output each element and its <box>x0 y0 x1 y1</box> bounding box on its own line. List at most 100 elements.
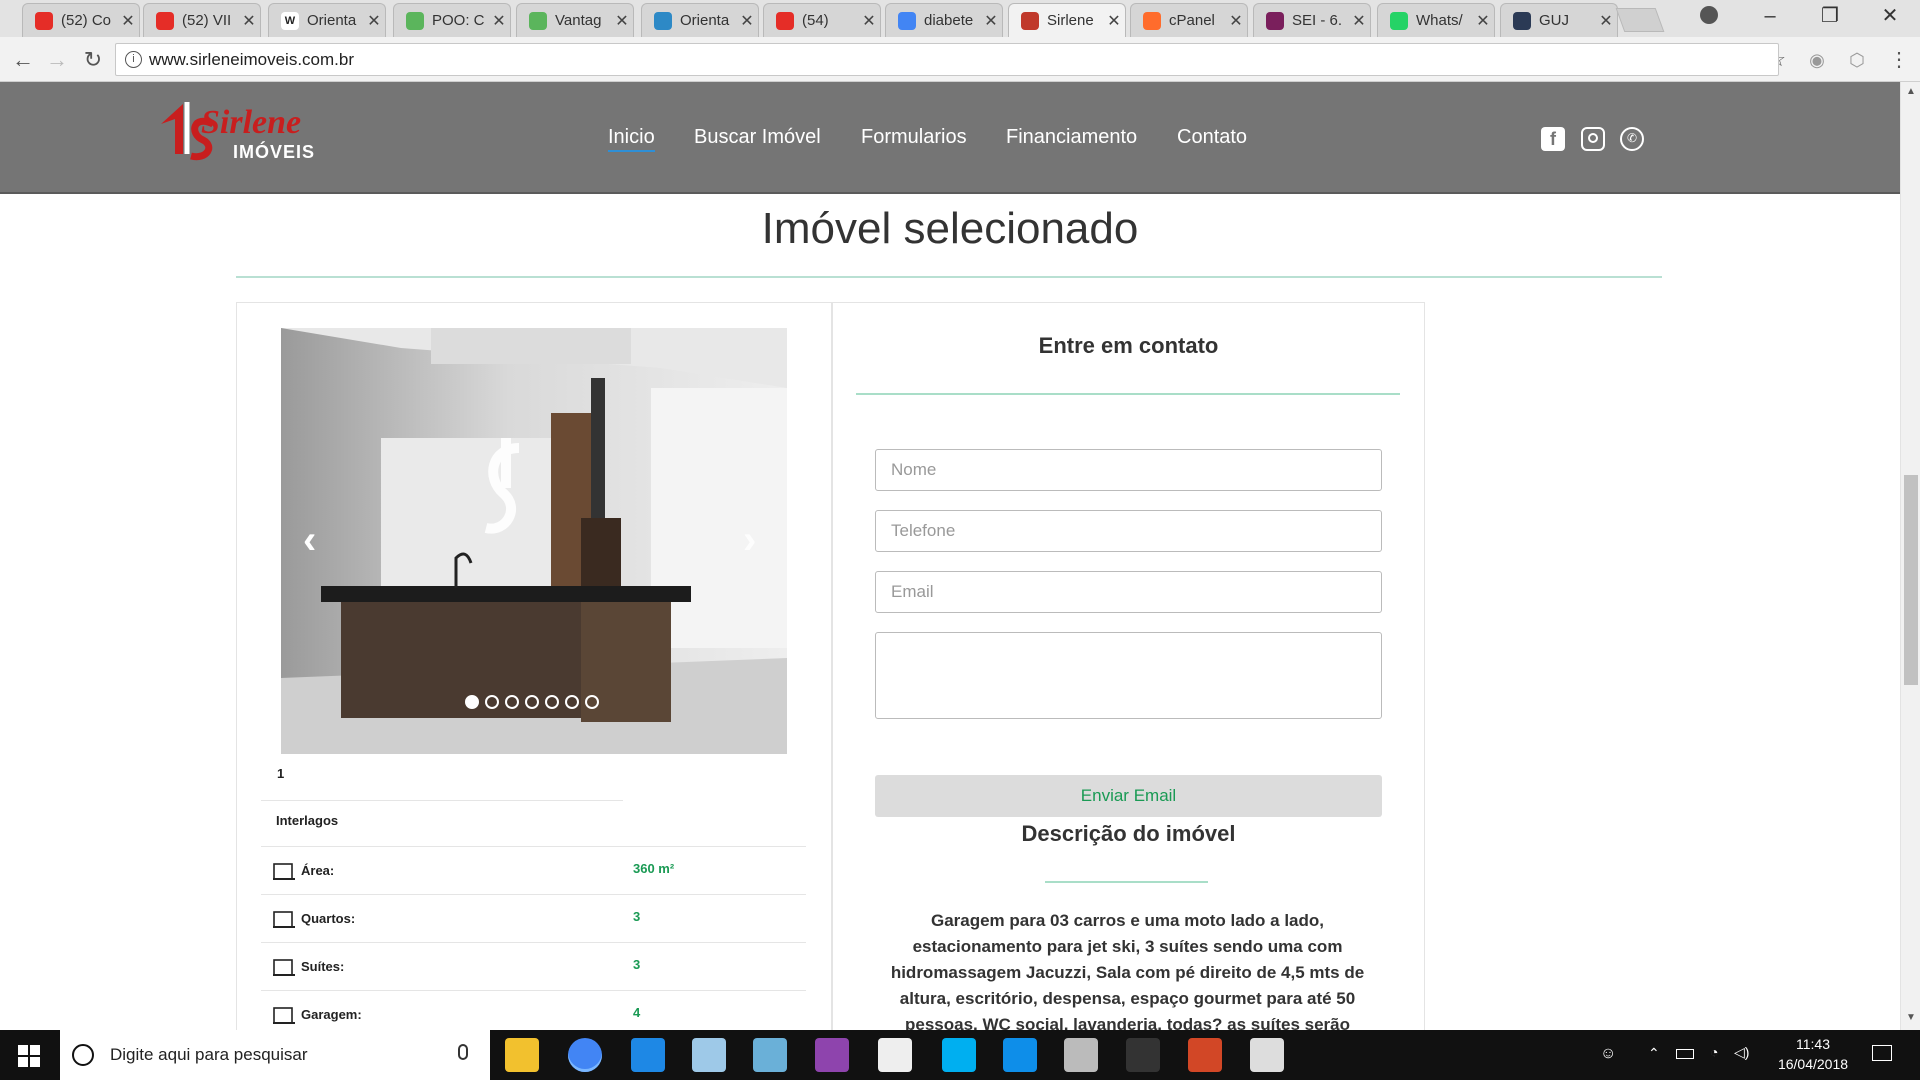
clapper-icon[interactable] <box>878 1038 912 1072</box>
maps-icon[interactable] <box>631 1038 665 1072</box>
tab-close-icon[interactable]: ✕ <box>1348 11 1370 31</box>
property-carousel[interactable]: ‹ › <box>281 328 787 754</box>
carousel-prev-chevron-icon[interactable]: ‹ <box>303 518 316 563</box>
media-app-icon[interactable] <box>815 1038 849 1072</box>
browser-tab[interactable]: GUJ ✕ <box>1500 3 1618 37</box>
address-bar[interactable]: i www.sirleneimoveis.com.br <box>115 43 1779 76</box>
tab-close-icon[interactable]: ✕ <box>363 11 385 31</box>
scroll-up-arrow-icon[interactable]: ▲ <box>1906 86 1916 97</box>
people-icon[interactable]: ☺ <box>1600 1045 1616 1063</box>
browser-tab[interactable]: Whats/ ✕ <box>1377 3 1495 37</box>
chevron-up-icon[interactable]: ⌃ <box>1648 1045 1660 1062</box>
profile-icon[interactable] <box>1700 6 1718 24</box>
skype-icon[interactable] <box>942 1038 976 1072</box>
browser-tab[interactable]: Orienta ✕ <box>641 3 759 37</box>
message-textarea[interactable] <box>875 632 1382 719</box>
tab-close-icon[interactable]: ✕ <box>611 11 633 31</box>
carousel-dot[interactable] <box>545 695 559 709</box>
tab-close-icon[interactable]: ✕ <box>1595 11 1617 31</box>
carousel-next-chevron-icon[interactable]: › <box>743 518 756 563</box>
clock-date[interactable]: 16/04/2018 <box>1772 1056 1854 1072</box>
facebook-icon[interactable]: f <box>1541 127 1565 151</box>
extension-icon[interactable]: ◉ <box>1802 45 1832 75</box>
feature-value: 4 <box>633 1005 641 1020</box>
disk-app-icon[interactable] <box>1064 1038 1098 1072</box>
powerpoint-icon[interactable] <box>1188 1038 1222 1072</box>
wifi-icon[interactable]: ◔ <box>1710 1044 1718 1060</box>
tab-close-icon[interactable]: ✕ <box>1103 11 1125 31</box>
teamviewer-icon[interactable] <box>1003 1038 1037 1072</box>
minimize-button[interactable]: – <box>1740 0 1800 34</box>
reload-button[interactable]: ↻ <box>78 45 108 75</box>
extension-icon-2[interactable]: ⬡ <box>1842 45 1872 75</box>
gear-icon <box>406 11 424 30</box>
browser-tab-strip: (52) Co ✕ (52) VII ✕ W Orienta ✕ POO: C ✕ Vantag ✕… <box>0 0 1920 37</box>
browser-tab[interactable]: cPanel ✕ <box>1130 3 1248 37</box>
whatsapp-icon[interactable]: ✆ <box>1620 127 1644 151</box>
browser-tab[interactable]: W Orienta ✕ <box>268 3 386 37</box>
box-app-icon[interactable] <box>692 1038 726 1072</box>
tab-title: GUJ <box>1539 12 1569 29</box>
windows-start-icon[interactable] <box>18 1045 40 1067</box>
browser-tab[interactable]: (52) Co ✕ <box>22 3 140 37</box>
menu-kebab-icon[interactable]: ⋮ <box>1884 45 1914 75</box>
cortana-circle-icon <box>72 1044 94 1066</box>
carousel-dot[interactable] <box>525 695 539 709</box>
browser-tab[interactable]: diabete ✕ <box>885 3 1003 37</box>
carousel-dot[interactable] <box>505 695 519 709</box>
taskbar-search-box[interactable]: Digite aqui para pesquisar <box>60 1030 490 1080</box>
feature-label: Suítes: <box>301 959 345 974</box>
terminal-icon[interactable] <box>1126 1038 1160 1072</box>
restore-button[interactable]: ❐ <box>1800 0 1860 34</box>
new-tab-button[interactable] <box>1615 8 1665 32</box>
forward-button[interactable]: → <box>42 45 72 75</box>
youtube-icon <box>776 11 794 30</box>
tab-close-icon[interactable]: ✕ <box>980 11 1002 31</box>
tab-close-icon[interactable]: ✕ <box>858 11 880 31</box>
menu-financiamento[interactable]: Financiamento <box>1006 126 1137 149</box>
back-button[interactable]: ← <box>8 45 38 75</box>
close-window-button[interactable]: ✕ <box>1860 0 1920 34</box>
site-logo[interactable]: Sirlene IMÓVEIS <box>153 94 343 166</box>
carousel-dot[interactable] <box>585 695 599 709</box>
clock-time[interactable]: 11:43 <box>1777 1036 1849 1052</box>
tab-close-icon[interactable]: ✕ <box>488 11 510 31</box>
battery-icon[interactable] <box>1676 1049 1694 1059</box>
chrome-icon[interactable] <box>568 1038 602 1072</box>
tab-close-icon[interactable]: ✕ <box>1472 11 1494 31</box>
microphone-icon[interactable] <box>458 1044 468 1060</box>
tab-close-icon[interactable]: ✕ <box>736 11 758 31</box>
carousel-dot[interactable] <box>565 695 579 709</box>
tab-close-icon[interactable]: ✕ <box>238 11 260 31</box>
menu-contato[interactable]: Contato <box>1177 126 1247 149</box>
carousel-dot[interactable] <box>485 695 499 709</box>
menu-buscar-imovel[interactable]: Buscar Imóvel <box>694 126 821 149</box>
bed-icon <box>271 907 297 931</box>
cube-app-icon[interactable] <box>753 1038 787 1072</box>
file-explorer-icon[interactable] <box>505 1038 539 1072</box>
scrollbar-thumb[interactable] <box>1904 475 1918 685</box>
phone-field[interactable]: Telefone <box>875 510 1382 552</box>
browser-tab[interactable]: (52) VII ✕ <box>143 3 261 37</box>
menu-formularios[interactable]: Formularios <box>861 126 967 149</box>
tab-close-icon[interactable]: ✕ <box>117 11 139 31</box>
notification-icon[interactable] <box>1872 1045 1892 1061</box>
name-field[interactable]: Nome <box>875 449 1382 491</box>
carousel-dot[interactable] <box>465 695 479 709</box>
menu-inicio[interactable]: Inicio <box>608 126 655 152</box>
editor-app-icon[interactable] <box>1250 1038 1284 1072</box>
email-field[interactable]: Email <box>875 571 1382 613</box>
instagram-icon[interactable] <box>1581 127 1605 151</box>
submit-email-button[interactable]: Enviar Email <box>875 775 1382 817</box>
volume-icon[interactable]: ◁) <box>1734 1044 1749 1061</box>
browser-tab[interactable]: POO: C ✕ <box>393 3 511 37</box>
page-scrollbar-track[interactable]: ▲ ▼ <box>1900 82 1920 1030</box>
browser-tab[interactable]: (54) ✕ <box>763 3 881 37</box>
google-icon <box>898 11 916 30</box>
info-icon[interactable]: i <box>125 51 142 68</box>
browser-tab[interactable]: Vantag ✕ <box>516 3 634 37</box>
scroll-down-arrow-icon[interactable]: ▼ <box>1906 1012 1916 1023</box>
browser-tab[interactable]: SEI - 6. ✕ <box>1253 3 1371 37</box>
browser-tab[interactable]: Sirlene ✕ <box>1008 3 1126 37</box>
tab-close-icon[interactable]: ✕ <box>1225 11 1247 31</box>
